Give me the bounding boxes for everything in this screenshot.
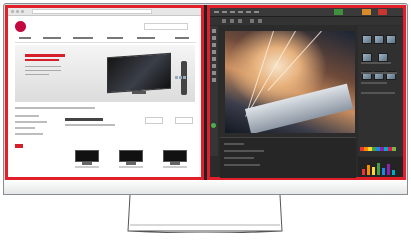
product-card[interactable]: [119, 150, 143, 168]
editor-red-button[interactable]: [378, 9, 387, 15]
hero-text-line: [25, 70, 61, 71]
editor-green-button[interactable]: [334, 9, 343, 15]
carousel-dots[interactable]: [175, 66, 193, 79]
tool-icon[interactable]: [212, 78, 216, 82]
thumbnail-icon[interactable]: [386, 35, 396, 44]
view-select[interactable]: [175, 117, 193, 124]
menu-item[interactable]: [214, 11, 219, 13]
tool-icon[interactable]: [212, 29, 216, 33]
thumbnail-icon[interactable]: [362, 53, 372, 62]
panel-label: [361, 72, 397, 74]
editor-menubar: [210, 8, 403, 17]
hero-banner[interactable]: [15, 45, 195, 102]
tool-icon[interactable]: [212, 43, 216, 47]
canvas-photo-sailboat[interactable]: [225, 31, 355, 133]
address-bar[interactable]: [32, 9, 152, 14]
brand-logo-icon[interactable]: [15, 21, 26, 32]
product-card[interactable]: [75, 150, 99, 168]
hero-text-line: [25, 74, 49, 75]
right-split-pane[interactable]: [207, 5, 406, 180]
nav-item[interactable]: [175, 37, 189, 39]
menu-item[interactable]: [238, 11, 243, 13]
thumbnail-icon[interactable]: [362, 35, 372, 44]
menu-item[interactable]: [222, 11, 227, 13]
color-picker-icon[interactable]: [211, 123, 216, 128]
tool-icon[interactable]: [258, 19, 262, 23]
tools-panel: [210, 26, 218, 156]
site-header: [15, 19, 198, 33]
sail-rigging: [267, 31, 322, 91]
nav-item[interactable]: [73, 37, 93, 39]
editor-options-bar: [210, 17, 403, 25]
site-nav: [15, 36, 196, 43]
browser-dot-icon: [16, 10, 19, 13]
hero-tv-stand: [132, 91, 146, 94]
thumbnail-icon[interactable]: [378, 53, 389, 62]
sort-select[interactable]: [145, 117, 163, 124]
site-search-input[interactable]: [144, 23, 188, 30]
tool-icon[interactable]: [212, 71, 216, 75]
histogram-panel: [358, 157, 403, 177]
nav-item[interactable]: [107, 37, 123, 39]
monitor-bottom-bezel: [3, 180, 408, 195]
layers-panel: [358, 26, 403, 156]
menu-item[interactable]: [230, 11, 235, 13]
nav-item[interactable]: [137, 37, 155, 39]
hero-tv-image: [107, 52, 171, 94]
nav-item[interactable]: [19, 37, 31, 39]
tool-icon[interactable]: [212, 50, 216, 54]
editor-orange-button[interactable]: [362, 9, 371, 15]
breadcrumb: [15, 107, 95, 109]
tool-icon[interactable]: [238, 19, 242, 23]
tool-icon[interactable]: [212, 57, 216, 61]
product-card[interactable]: [163, 150, 187, 168]
thumbnail-grid: [361, 32, 401, 86]
nav-item[interactable]: [43, 37, 61, 39]
tool-icon[interactable]: [250, 19, 254, 23]
panel-label: [361, 92, 395, 94]
tool-icon[interactable]: [212, 64, 216, 68]
filter-sidebar: [15, 115, 55, 139]
tool-icon[interactable]: [222, 19, 226, 23]
browser-dot-icon: [11, 10, 14, 13]
color-swatch-icon[interactable]: [392, 147, 396, 151]
tool-icon[interactable]: [230, 19, 234, 23]
panel-label: [361, 62, 391, 64]
hero-subheadline: [25, 59, 59, 61]
menu-item[interactable]: [254, 11, 259, 13]
monitor-screen: [5, 5, 406, 180]
left-split-pane[interactable]: [5, 5, 204, 180]
section-title: [65, 118, 103, 121]
panel-label: [361, 82, 387, 84]
filter-apply-button[interactable]: [15, 144, 23, 148]
browser-toolbar: [8, 8, 201, 16]
color-swatches: [360, 138, 402, 151]
section-subtitle: [65, 124, 115, 126]
thumbnail-icon[interactable]: [374, 35, 384, 44]
browser-dot-icon: [21, 10, 24, 13]
history-panel: [220, 137, 356, 178]
hero-text-line: [25, 66, 61, 67]
hero-headline: [25, 54, 65, 57]
menu-item[interactable]: [246, 11, 251, 13]
monitor-stand: [124, 195, 286, 233]
tool-icon[interactable]: [212, 36, 216, 40]
